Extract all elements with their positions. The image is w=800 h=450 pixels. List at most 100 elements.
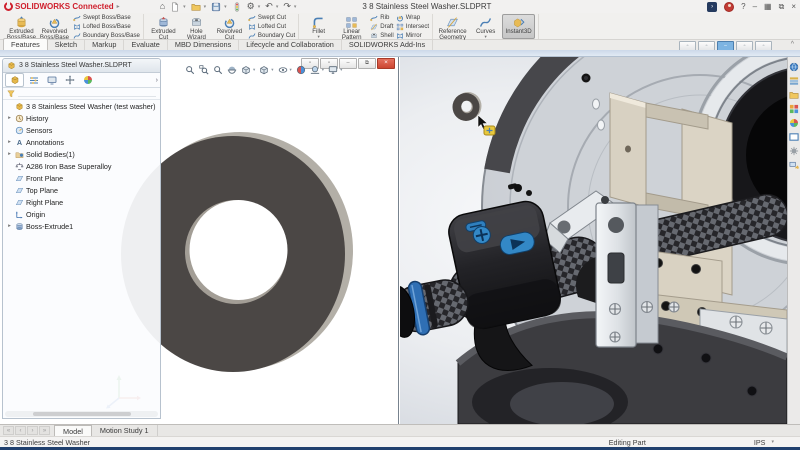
tree-item-boss-extrude1[interactable]: ▸ Boss-Extrude1 [3, 220, 160, 232]
new-caret-icon[interactable]: ▾ [183, 4, 186, 10]
tree-item-solid-bodies[interactable]: ▸ Solid Bodies(1) [3, 148, 160, 160]
wrap-button[interactable]: Wrap [396, 14, 429, 22]
tree-item-top-plane[interactable]: Top Plane [3, 184, 160, 196]
section-view-icon[interactable] [227, 65, 237, 75]
mirror-button[interactable]: Mirror [396, 32, 429, 40]
redo-button[interactable]: ↷ [283, 2, 291, 11]
manager-tabs-overflow[interactable]: › [156, 77, 158, 84]
tab-solidworks-addins[interactable]: SOLIDWORKS Add-Ins [342, 40, 433, 50]
tree-item-annotations[interactable]: ▸ Annotations [3, 136, 160, 148]
custom-properties-icon[interactable] [789, 131, 800, 142]
user-avatar[interactable] [724, 2, 734, 12]
options-caret-icon[interactable]: ▾ [258, 4, 261, 10]
appearances-scenes-icon[interactable] [789, 117, 800, 128]
rib-button[interactable]: Rib [370, 14, 394, 22]
feature-tree-doc-tab[interactable]: 3 8 Stainless Steel Washer.SLDPRT [3, 59, 160, 73]
nav-first-icon[interactable]: « [3, 426, 14, 435]
close-button[interactable]: × [791, 3, 796, 11]
options-button[interactable]: ⚙ [247, 2, 255, 11]
file-explorer-icon[interactable] [789, 89, 800, 100]
view-settings-icon[interactable] [328, 65, 338, 75]
draft-button[interactable]: Draft [370, 23, 394, 31]
tree-item-right-plane[interactable]: Right Plane [3, 196, 160, 208]
layout-button[interactable]: ▦ [764, 3, 772, 11]
new-document-button[interactable] [170, 2, 180, 12]
3dexperience-tile-button[interactable]: › [707, 2, 717, 12]
open-button[interactable] [191, 2, 201, 12]
tree-horizontal-scrollbar[interactable] [5, 411, 158, 417]
instant3d-button[interactable]: Instant3D [502, 14, 535, 39]
tab-mbd-dimensions[interactable]: MBD Dimensions [168, 40, 239, 50]
linear-pattern-button[interactable]: Linear Pattern▾ [335, 14, 368, 39]
tab-evaluate[interactable]: Evaluate [124, 40, 167, 50]
apply-scene-icon[interactable] [310, 65, 320, 75]
tree-item-origin[interactable]: Origin [3, 208, 160, 220]
boundary-boss-button[interactable]: Boundary Boss/Base [73, 32, 140, 40]
clamp-back-plate[interactable] [634, 205, 658, 343]
zoom-to-fit-icon[interactable] [185, 65, 195, 75]
tab-features[interactable]: Features [3, 38, 48, 50]
dimxpertmanager-tab[interactable] [61, 74, 78, 86]
part-viewport[interactable]: ▫ ▫ – ⧉ × ▾ ▾ ▾ ▾ ▾ [0, 57, 399, 424]
tree-item-sensors[interactable]: Sensors [3, 124, 160, 136]
redo-caret-icon[interactable]: ▾ [294, 4, 297, 10]
tab-motion-study[interactable]: Motion Study 1 [92, 425, 158, 436]
lofted-cut-button[interactable]: Lofted Cut [248, 23, 295, 31]
brand-menu-arrow-icon[interactable]: ▸ [117, 3, 120, 10]
swept-cut-button[interactable]: Swept Cut [248, 14, 295, 22]
units-caret-icon[interactable]: ▾ [771, 439, 774, 445]
restore-button[interactable]: ⧉ [779, 3, 785, 11]
hole-wizard-button[interactable]: Hole Wizard▾ [180, 14, 213, 39]
swept-boss-button[interactable]: Swept Boss/Base [73, 14, 140, 22]
view-orientation-icon[interactable] [241, 65, 251, 75]
lofted-boss-button[interactable]: Lofted Boss/Base [73, 23, 140, 31]
revolved-boss-button[interactable]: Revolved Boss/Base [38, 14, 71, 39]
shell-button[interactable]: Shell [370, 32, 394, 40]
tree-root-item[interactable]: 3 8 Stainless Steel Washer (test washer) [3, 100, 160, 112]
lifecycle-status-icon[interactable] [232, 2, 242, 12]
featuremanager-tab[interactable] [5, 73, 24, 87]
extruded-boss-button[interactable]: Extruded Boss/Base [5, 14, 38, 39]
share-icon[interactable] [789, 159, 800, 170]
edit-appearance-icon[interactable] [296, 65, 306, 75]
minimize-button[interactable]: – [753, 3, 757, 11]
zoom-to-area-icon[interactable] [199, 65, 209, 75]
tree-item-material[interactable]: A286 Iron Base Superalloy [3, 160, 160, 172]
propertymanager-tab[interactable] [25, 74, 42, 86]
fillet-button[interactable]: Fillet▾ [302, 14, 335, 39]
reference-geometry-button[interactable]: Reference Geometry▾ [436, 14, 469, 39]
revolved-cut-button[interactable]: Revolved Cut [213, 14, 246, 39]
tab-markup[interactable]: Markup [85, 40, 124, 50]
intersect-button[interactable]: Intersect [396, 23, 429, 31]
display-style-icon[interactable] [259, 65, 269, 75]
displaymanager-tab[interactable] [79, 74, 96, 86]
settings-icon[interactable] [789, 145, 800, 156]
solidworks-logo[interactable]: SOLIDWORKS Connected [4, 2, 114, 11]
tree-item-front-plane[interactable]: Front Plane [3, 172, 160, 184]
configurationmanager-tab[interactable] [43, 74, 60, 86]
design-library-icon[interactable] [789, 75, 800, 86]
help-button[interactable]: ? [741, 3, 745, 11]
extruded-cut-button[interactable]: Extruded Cut [147, 14, 180, 39]
nav-prev-icon[interactable]: ‹ [15, 426, 26, 435]
tree-item-history[interactable]: ▸ History [3, 112, 160, 124]
hide-show-items-icon[interactable] [278, 65, 288, 75]
status-units[interactable]: IPS [754, 438, 766, 447]
boundary-cut-button[interactable]: Boundary Cut [248, 32, 295, 40]
tab-model[interactable]: Model [54, 425, 92, 436]
undo-caret-icon[interactable]: ▾ [276, 4, 279, 10]
previous-view-icon[interactable] [213, 65, 223, 75]
solidworks-resources-icon[interactable] [789, 61, 800, 72]
assembly-viewport[interactable] [400, 57, 787, 424]
close-icon[interactable]: × [377, 58, 395, 69]
nav-next-icon[interactable]: › [27, 426, 38, 435]
nav-last-icon[interactable]: » [39, 426, 50, 435]
open-caret-icon[interactable]: ▾ [204, 4, 207, 10]
save-button[interactable] [211, 2, 221, 12]
ribbon-collapse-chevron[interactable]: ^ [791, 41, 794, 48]
tab-sketch[interactable]: Sketch [48, 40, 85, 50]
curves-button[interactable]: Curves▾ [469, 14, 502, 39]
tree-filter[interactable] [3, 88, 160, 100]
floating-washer-part[interactable] [453, 92, 482, 121]
view-palette-icon[interactable] [789, 103, 800, 114]
